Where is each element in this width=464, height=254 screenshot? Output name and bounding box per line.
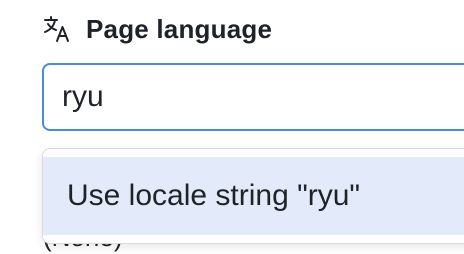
translate-icon [44, 16, 69, 42]
language-dropdown: Use locale string "ryu" [42, 148, 464, 244]
language-search-input[interactable] [44, 65, 464, 129]
field-title: Page language [86, 13, 273, 44]
field-header: Page language [42, 12, 272, 46]
page-language-setting: Page language (None) Use locale string "… [0, 0, 464, 254]
dropdown-option-use-locale[interactable]: Use locale string "ryu" [43, 157, 464, 235]
language-input-frame[interactable] [42, 63, 464, 131]
